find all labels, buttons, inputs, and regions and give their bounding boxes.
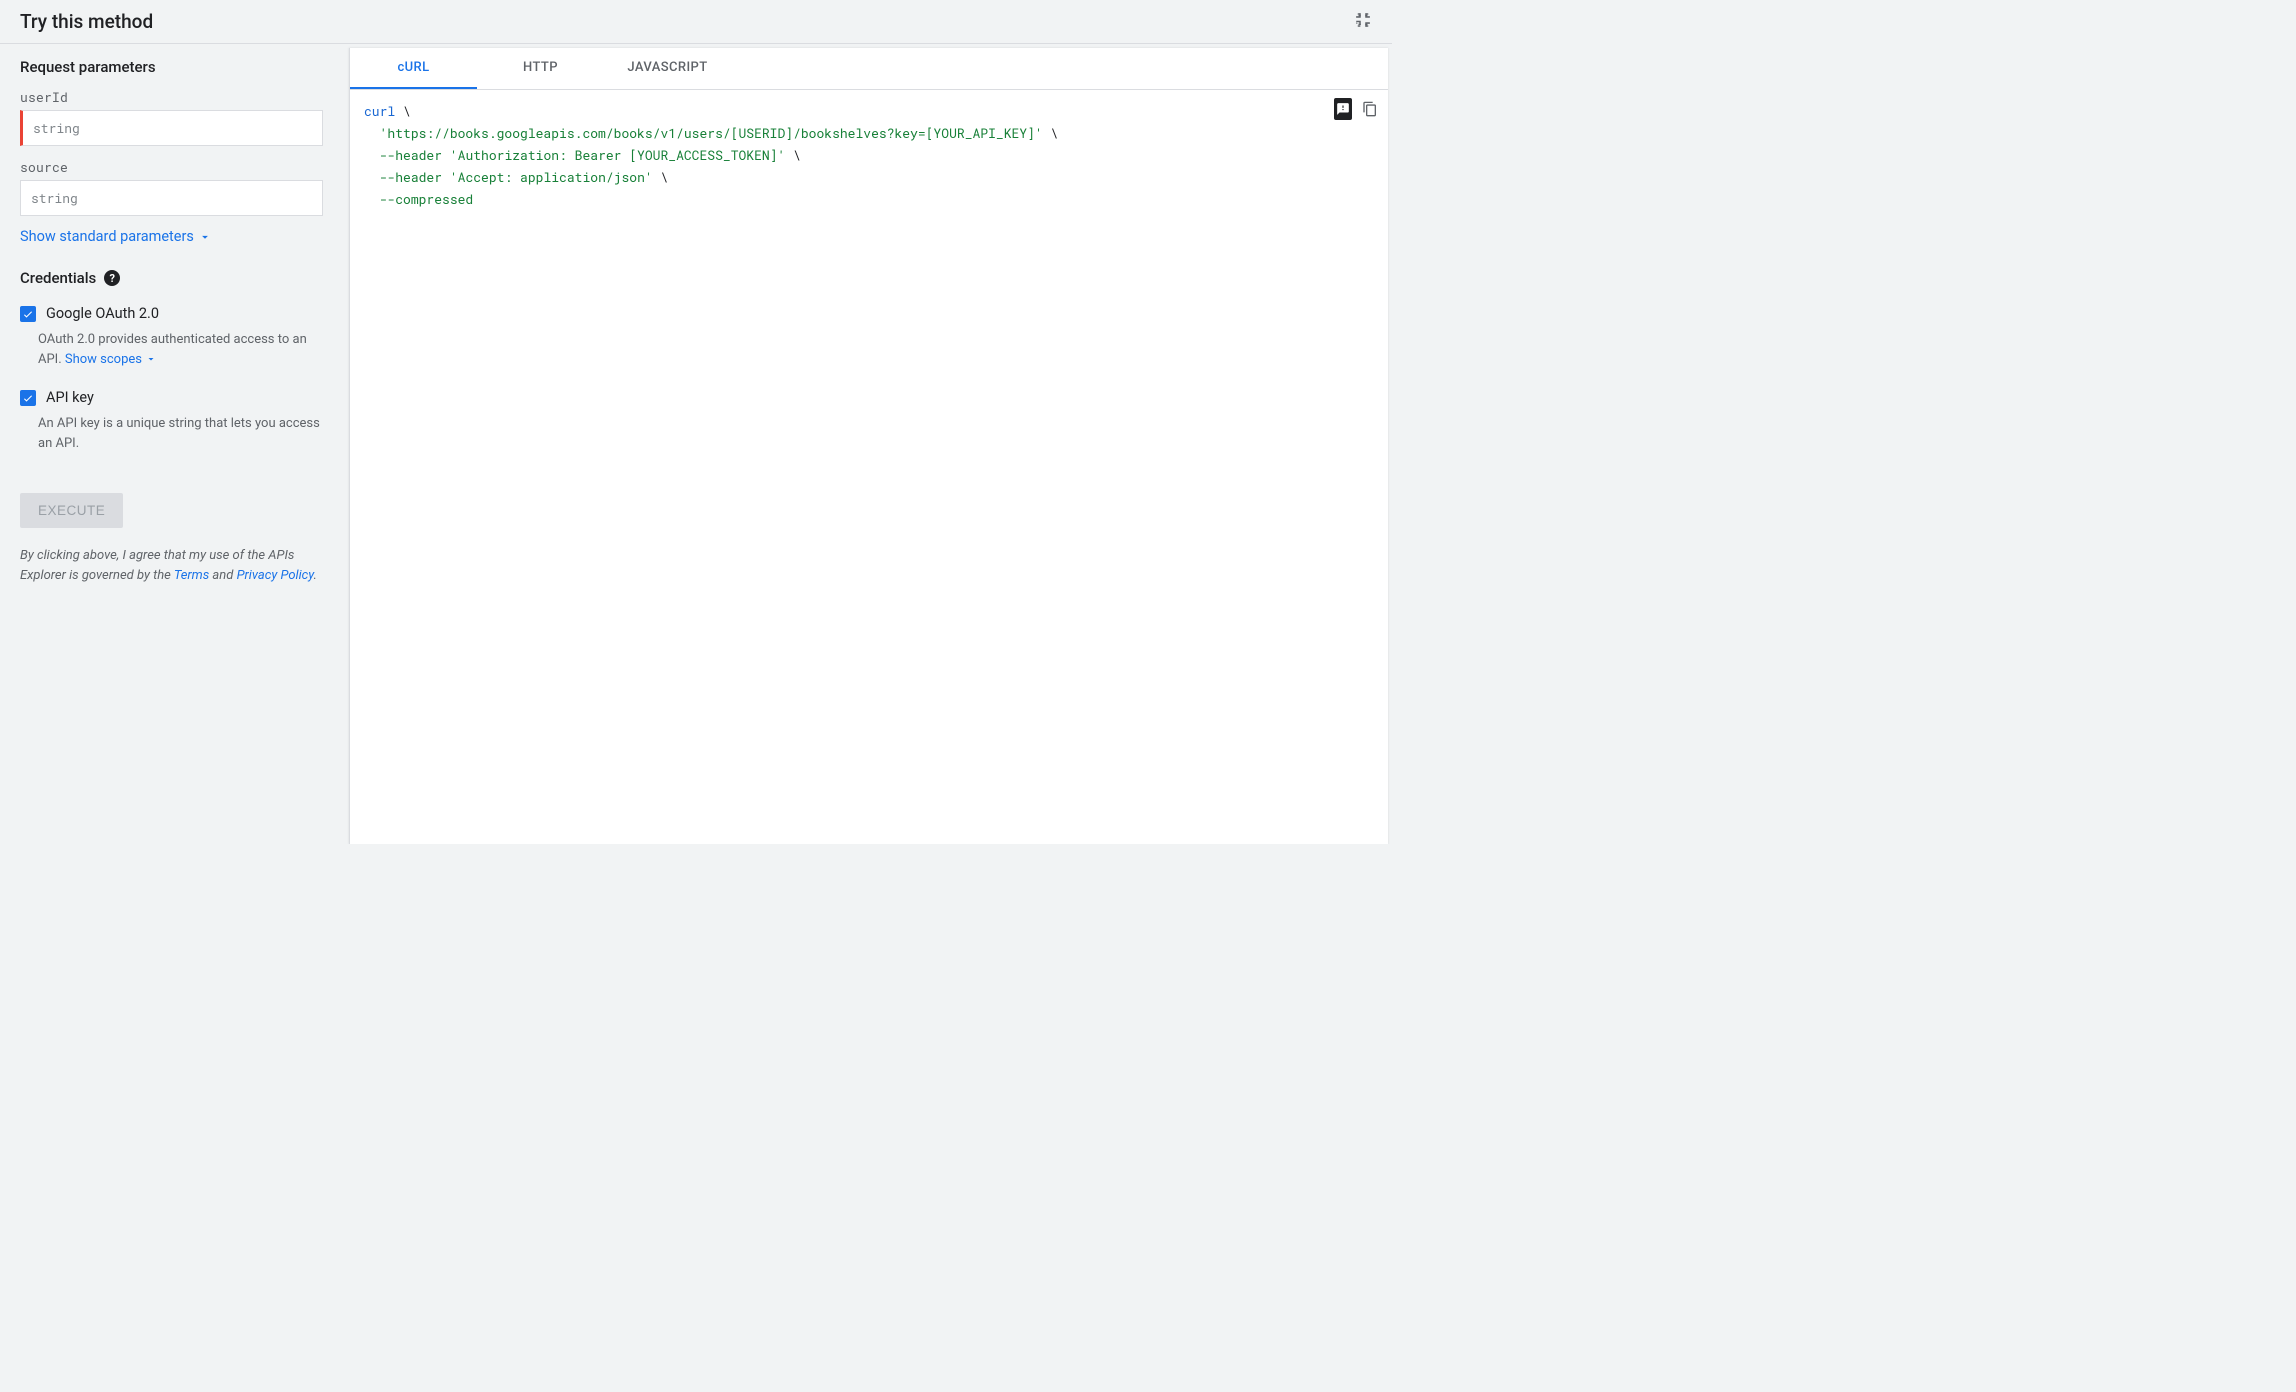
apikey-checkbox[interactable] [20, 390, 36, 406]
right-panel: cURL HTTP JAVASCRIPT curl \ 'https://boo… [349, 48, 1388, 844]
chevron-down-icon [198, 230, 212, 244]
oauth-description: OAuth 2.0 provides authenticated access … [38, 330, 323, 369]
param-source-label: source [20, 158, 323, 176]
show-scopes-link[interactable]: Show scopes [65, 352, 157, 367]
credentials-heading: Credentials [20, 269, 96, 287]
header: Try this method [0, 0, 1392, 44]
credential-oauth: Google OAuth 2.0 OAuth 2.0 provides auth… [20, 305, 323, 369]
collapse-icon[interactable] [1354, 11, 1372, 33]
credentials-header: Credentials ? [20, 269, 323, 287]
credential-apikey: API key An API key is a unique string th… [20, 389, 323, 453]
chevron-down-icon [145, 353, 157, 365]
apikey-description: An API key is a unique string that lets … [38, 414, 323, 453]
code-sample: curl \ 'https://books.googleapis.com/boo… [350, 90, 1388, 844]
disclaimer-text: By clicking above, I agree that my use o… [20, 546, 323, 585]
tab-bar: cURL HTTP JAVASCRIPT [350, 48, 1388, 90]
oauth-label: Google OAuth 2.0 [46, 305, 159, 322]
privacy-link[interactable]: Privacy Policy [237, 568, 314, 583]
param-source: source [20, 158, 323, 216]
apikey-label: API key [46, 389, 94, 406]
left-panel: Request parameters userId source Show st… [0, 44, 343, 844]
show-standard-parameters-text: Show standard parameters [20, 228, 194, 245]
show-standard-parameters-link[interactable]: Show standard parameters [20, 228, 323, 245]
help-icon[interactable]: ? [104, 270, 120, 286]
terms-link[interactable]: Terms [174, 568, 209, 583]
param-userId: userId [20, 88, 323, 146]
execute-button[interactable]: EXECUTE [20, 493, 123, 528]
page-title: Try this method [20, 10, 153, 33]
copy-icon[interactable] [1362, 98, 1378, 120]
tab-javascript[interactable]: JAVASCRIPT [604, 48, 731, 89]
param-userId-input[interactable] [20, 110, 323, 146]
tab-curl[interactable]: cURL [350, 48, 477, 89]
tab-http[interactable]: HTTP [477, 48, 604, 89]
param-userId-label: userId [20, 88, 323, 106]
param-source-input[interactable] [20, 180, 323, 216]
request-parameters-heading: Request parameters [20, 58, 323, 76]
report-issue-icon[interactable] [1334, 98, 1352, 120]
oauth-checkbox[interactable] [20, 306, 36, 322]
